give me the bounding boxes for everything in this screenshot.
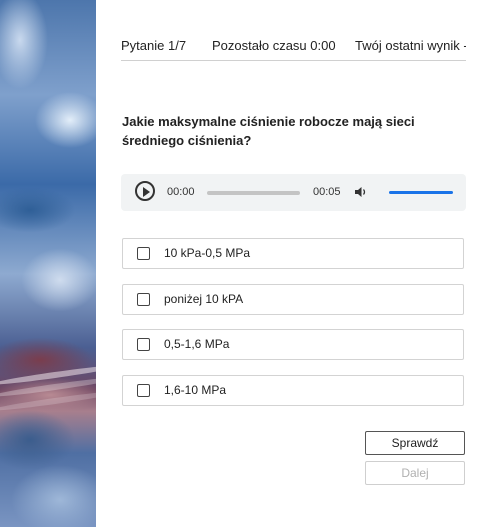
next-button[interactable]: Dalej	[365, 461, 465, 485]
play-icon[interactable]	[135, 181, 155, 201]
question-counter: Pytanie 1/7	[121, 38, 187, 53]
audio-seek-bar[interactable]	[207, 191, 300, 195]
answer-label: 1,6-10 MPa	[164, 383, 227, 397]
answer-checkbox[interactable]	[137, 247, 150, 260]
volume-slider[interactable]	[389, 191, 453, 194]
answer-checkbox[interactable]	[137, 384, 150, 397]
answer-label: poniżej 10 kPA	[164, 292, 244, 306]
answer-option[interactable]: 10 kPa-0,5 MPa	[122, 238, 464, 269]
answer-label: 10 kPa-0,5 MPa	[164, 246, 251, 260]
answer-label: 0,5-1,6 MPa	[164, 337, 230, 351]
quiz-status-bar: Pytanie 1/7 Pozostało czasu 0:00 Twój os…	[121, 38, 466, 61]
volume-icon[interactable]	[354, 185, 368, 199]
answer-option[interactable]: poniżej 10 kPA	[122, 284, 464, 315]
audio-duration: 00:05	[313, 186, 341, 198]
decorative-side-image	[0, 0, 96, 527]
answer-checkbox[interactable]	[137, 293, 150, 306]
answer-option[interactable]: 0,5-1,6 MPa	[122, 329, 464, 360]
last-score: Twój ostatni wynik -	[355, 38, 466, 53]
answer-option[interactable]: 1,6-10 MPa	[122, 375, 464, 406]
time-left: Pozostało czasu 0:00	[212, 38, 336, 53]
answer-checkbox[interactable]	[137, 338, 150, 351]
audio-current-time: 00:00	[167, 186, 195, 198]
check-button[interactable]: Sprawdź	[365, 431, 465, 455]
audio-player: 00:00 00:05	[121, 174, 466, 211]
question-text: Jakie maksymalne ciśnienie robocze mają …	[122, 114, 415, 148]
